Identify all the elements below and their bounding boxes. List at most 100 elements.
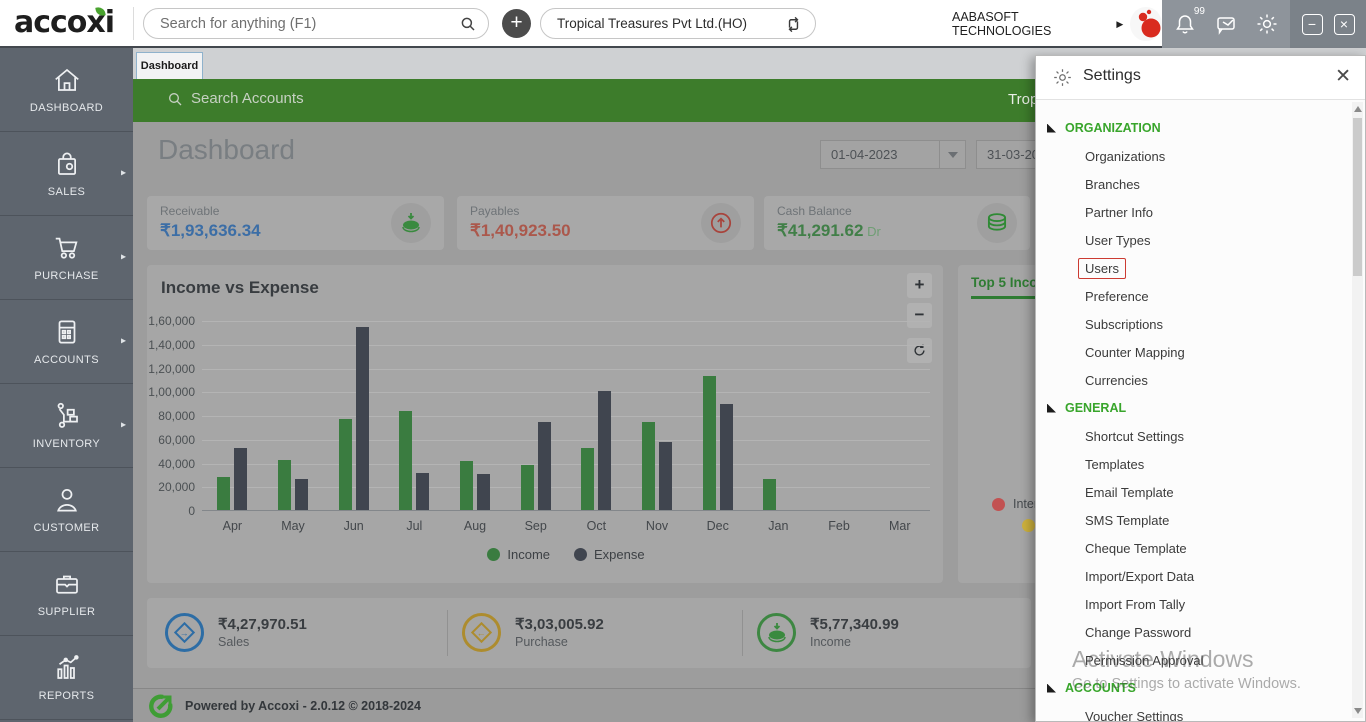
sidebar-item-accounts[interactable]: ACCOUNTS ▸: [0, 300, 133, 384]
settings-item-import-from-tally[interactable]: Import From Tally: [1036, 590, 1352, 618]
sales-total-label: Sales: [218, 635, 250, 649]
global-search[interactable]: [143, 8, 489, 39]
settings-item-change-password[interactable]: Change Password: [1036, 618, 1352, 646]
income-bar-apr[interactable]: [217, 476, 231, 510]
legend-item-income[interactable]: Income: [487, 547, 550, 562]
settings-item-organizations[interactable]: Organizations: [1036, 142, 1352, 170]
sidebar-item-reports[interactable]: REPORTS: [0, 636, 133, 720]
settings-item-voucher-settings[interactable]: Voucher Settings: [1036, 702, 1352, 722]
add-new-button[interactable]: +: [502, 9, 531, 38]
income-bar-jun[interactable]: [338, 418, 352, 510]
collapse-triangle-icon[interactable]: [1047, 403, 1056, 413]
sidebar-item-label: SUPPLIER: [37, 606, 96, 618]
sidebar-item-purchase[interactable]: PURCHASE ▸: [0, 216, 133, 300]
y-tick-label: 1,60,000: [148, 314, 195, 328]
y-tick-label: 0: [188, 504, 195, 518]
settings-item-branches[interactable]: Branches: [1036, 170, 1352, 198]
divider: [447, 610, 448, 656]
settings-section-accounts[interactable]: ACCOUNTS: [1036, 674, 1352, 702]
income-bar-aug[interactable]: [460, 461, 473, 510]
search-input[interactable]: [160, 10, 450, 37]
settings-item-templates[interactable]: Templates: [1036, 450, 1352, 478]
settings-item-user-types[interactable]: User Types: [1036, 226, 1352, 254]
bell-icon[interactable]: 99: [1173, 6, 1205, 36]
expense-bar-jun[interactable]: [355, 327, 369, 510]
search-accounts-label: Search Accounts: [191, 90, 304, 107]
sidebar-item-inventory[interactable]: INVENTORY ▸: [0, 384, 133, 468]
scroll-down-icon[interactable]: [1354, 708, 1362, 714]
collapse-triangle-icon[interactable]: [1047, 123, 1056, 133]
purchase-total-label: Purchase: [515, 635, 568, 649]
scroll-thumb[interactable]: [1353, 118, 1362, 276]
swap-icon[interactable]: [784, 15, 803, 34]
settings-item-label: Preference: [1085, 288, 1149, 304]
settings-item-shortcut-settings[interactable]: Shortcut Settings: [1036, 422, 1352, 450]
income-bar-oct[interactable]: [581, 448, 595, 510]
settings-section-general[interactable]: GENERAL: [1036, 394, 1352, 422]
settings-item-import-export-data[interactable]: Import/Export Data: [1036, 562, 1352, 590]
settings-item-label: Shortcut Settings: [1085, 428, 1184, 444]
expense-bar-sep[interactable]: [537, 422, 551, 510]
app-window: accoxi + Tropical Treasures Pvt Ltd.(HO)…: [0, 0, 1366, 722]
sidebar-item-supplier[interactable]: SUPPLIER: [0, 552, 133, 636]
payables-card[interactable]: Payables ₹1,40,923.50: [457, 196, 754, 250]
x-tick-label: Aug: [463, 519, 487, 533]
x-tick-label: Nov: [645, 519, 669, 533]
org-selector[interactable]: AABASOFT TECHNOLOGIES ▶: [952, 0, 1162, 48]
expense-bar-apr[interactable]: [234, 448, 248, 510]
x-tick-label: Jan: [768, 519, 789, 533]
settings-item-cheque-template[interactable]: Cheque Template: [1036, 534, 1352, 562]
expense-bar-dec[interactable]: [719, 404, 733, 510]
income-bar-dec[interactable]: [702, 375, 716, 510]
gear-icon[interactable]: [1255, 12, 1279, 36]
settings-section-organization[interactable]: ORGANIZATION: [1036, 114, 1352, 142]
cash-balance-card[interactable]: Cash Balance ₹41,291.62 Dr: [764, 196, 1030, 250]
close-icon[interactable]: ✕: [1335, 65, 1351, 88]
chevron-right-icon: ▸: [120, 167, 126, 179]
income-bar-jan[interactable]: [763, 479, 777, 510]
income-bar-sep[interactable]: [520, 464, 534, 510]
expense-bar-aug[interactable]: [477, 474, 490, 510]
sidebar-item-sales[interactable]: SALES ▸: [0, 132, 133, 216]
sidebar-item-dashboard[interactable]: DASHBOARD: [0, 48, 133, 132]
company-selector[interactable]: Tropical Treasures Pvt Ltd.(HO): [540, 8, 816, 39]
sidebar-item-customer[interactable]: CUSTOMER: [0, 468, 133, 552]
settings-item-email-template[interactable]: Email Template: [1036, 478, 1352, 506]
expense-bar-oct[interactable]: [598, 391, 612, 510]
tab-dashboard[interactable]: Dashboard: [136, 52, 203, 79]
close-icon[interactable]: ×: [1333, 13, 1355, 35]
zoom-in-button[interactable]: +: [907, 273, 932, 298]
arrow-up-circle-icon: [701, 203, 741, 243]
gridline: [202, 463, 930, 465]
search-accounts[interactable]: Search Accounts: [167, 90, 304, 107]
settings-item-permission-approval[interactable]: Permission Approval: [1036, 646, 1352, 674]
avatar[interactable]: [1130, 7, 1162, 41]
settings-item-subscriptions[interactable]: Subscriptions: [1036, 310, 1352, 338]
settings-item-partner-info[interactable]: Partner Info: [1036, 198, 1352, 226]
settings-item-users[interactable]: Users: [1036, 254, 1352, 282]
person-icon: [52, 485, 82, 515]
chevron-down-icon[interactable]: [939, 141, 965, 168]
expense-bar-jul[interactable]: [416, 473, 430, 510]
settings-item-preference[interactable]: Preference: [1036, 282, 1352, 310]
minimize-icon[interactable]: −: [1301, 13, 1323, 35]
income-bar-nov[interactable]: [642, 422, 655, 510]
divider: [133, 7, 134, 40]
chat-icon[interactable]: [1214, 12, 1238, 36]
expense-bar-nov[interactable]: [659, 442, 672, 510]
sidebar-item-label: ACCOUNTS: [34, 354, 99, 366]
settings-item-sms-template[interactable]: SMS Template: [1036, 506, 1352, 534]
receivable-card[interactable]: Receivable ₹1,93,636.34: [147, 196, 444, 250]
x-tick-label: Feb: [828, 519, 850, 533]
expense-bar-may[interactable]: [295, 479, 308, 510]
settings-item-counter-mapping[interactable]: Counter Mapping: [1036, 338, 1352, 366]
collapse-triangle-icon[interactable]: [1047, 683, 1056, 693]
income-bar-may[interactable]: [278, 460, 291, 510]
settings-scrollbar[interactable]: [1352, 102, 1363, 718]
legend-item-expense[interactable]: Expense: [574, 547, 645, 562]
income-bar-jul[interactable]: [399, 411, 413, 510]
settings-item-label: Cheque Template: [1085, 540, 1187, 556]
settings-item-currencies[interactable]: Currencies: [1036, 366, 1352, 394]
scroll-up-icon[interactable]: [1354, 106, 1362, 112]
date-from-field[interactable]: 01-04-2023: [820, 140, 966, 169]
